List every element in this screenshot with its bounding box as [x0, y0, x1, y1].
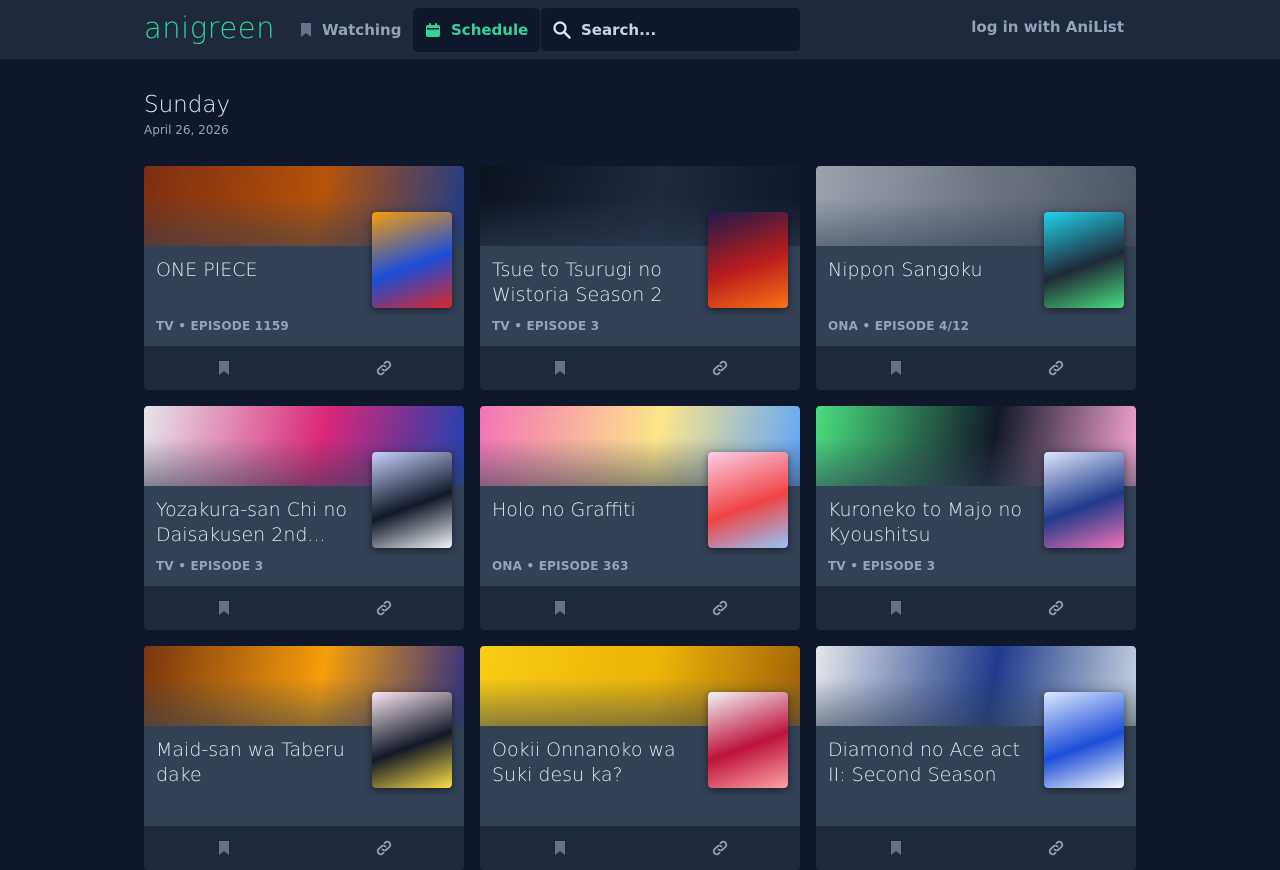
bookmark-icon: [890, 600, 902, 616]
episode-info: ONA • EPISODE 363: [492, 559, 629, 573]
episode-info: TV • EPISODE 3: [492, 319, 600, 333]
bookmark-button[interactable]: [480, 346, 640, 390]
schedule-grid: ONE PIECE TV • EPISODE 1159 Tsue to Tsur…: [144, 166, 1136, 870]
link-button[interactable]: [304, 586, 464, 630]
link-icon: [1047, 359, 1065, 377]
link-icon: [711, 359, 729, 377]
bookmark-button[interactable]: [144, 826, 304, 870]
bookmark-button[interactable]: [816, 586, 976, 630]
anime-card: Diamond no Ace act II: Second Season: [816, 646, 1136, 870]
link-icon: [375, 839, 393, 857]
anime-title[interactable]: Holo no Graffiti: [492, 498, 692, 523]
cover-image[interactable]: [708, 692, 788, 788]
anime-title[interactable]: Ookii Onnanoko wa Suki desu ka?: [492, 738, 692, 788]
bookmark-icon: [554, 840, 566, 856]
link-button[interactable]: [640, 346, 800, 390]
bookmark-icon: [218, 600, 230, 616]
bookmark-button[interactable]: [480, 586, 640, 630]
link-button[interactable]: [976, 586, 1136, 630]
link-button[interactable]: [640, 826, 800, 870]
bookmark-button[interactable]: [816, 346, 976, 390]
anime-title[interactable]: Tsue to Tsurugi no Wistoria Season 2: [492, 258, 692, 308]
day-title: Sunday: [144, 92, 231, 118]
card-actions: [816, 826, 1136, 870]
anime-title[interactable]: Diamond no Ace act II: Second Season: [828, 738, 1028, 788]
bookmark-icon: [890, 840, 902, 856]
bookmark-icon: [554, 600, 566, 616]
card-actions: [144, 826, 464, 870]
link-icon: [1047, 599, 1065, 617]
bookmark-button[interactable]: [816, 826, 976, 870]
login-anilist-link[interactable]: log in with AniList: [971, 18, 1124, 36]
day-date: April 26, 2026: [144, 123, 229, 137]
app-logo[interactable]: anigreen: [144, 10, 275, 46]
anime-card: Maid-san wa Taberu dake: [144, 646, 464, 870]
link-icon: [711, 839, 729, 857]
bookmark-icon: [218, 840, 230, 856]
anime-title[interactable]: Kuroneko to Majo no Kyoushitsu: [828, 498, 1028, 548]
top-navbar: anigreen Watching Schedule log in with A…: [0, 0, 1280, 60]
card-actions: [480, 586, 800, 630]
anime-card: Tsue to Tsurugi no Wistoria Season 2 TV …: [480, 166, 800, 390]
anime-card: Nippon Sangoku ONA • EPISODE 4/12: [816, 166, 1136, 390]
card-actions: [480, 826, 800, 870]
link-button[interactable]: [304, 826, 464, 870]
link-icon: [711, 599, 729, 617]
cover-image[interactable]: [372, 692, 452, 788]
anime-title[interactable]: ONE PIECE: [156, 258, 356, 283]
bookmark-icon: [218, 360, 230, 376]
anime-title[interactable]: Nippon Sangoku: [828, 258, 1028, 283]
card-actions: [480, 346, 800, 390]
link-button[interactable]: [976, 346, 1136, 390]
nav-schedule[interactable]: Schedule: [413, 8, 541, 52]
bookmark-icon: [890, 360, 902, 376]
link-icon: [375, 359, 393, 377]
anime-card: Holo no Graffiti ONA • EPISODE 363: [480, 406, 800, 630]
episode-info: ONA • EPISODE 4/12: [828, 319, 970, 333]
episode-info: TV • EPISODE 3: [828, 559, 936, 573]
link-button[interactable]: [640, 586, 800, 630]
cover-image[interactable]: [708, 452, 788, 548]
card-actions: [816, 346, 1136, 390]
search-icon: [553, 20, 571, 39]
card-actions: [144, 586, 464, 630]
cover-image[interactable]: [372, 452, 452, 548]
anime-card: ONE PIECE TV • EPISODE 1159: [144, 166, 464, 390]
card-actions: [816, 586, 1136, 630]
link-button[interactable]: [976, 826, 1136, 870]
nav-watching[interactable]: Watching: [288, 8, 413, 52]
link-button[interactable]: [304, 346, 464, 390]
search-input[interactable]: [581, 20, 781, 39]
anime-card: Kuroneko to Majo no Kyoushitsu TV • EPIS…: [816, 406, 1136, 630]
bookmark-button[interactable]: [144, 346, 304, 390]
anime-card: Ookii Onnanoko wa Suki desu ka?: [480, 646, 800, 870]
card-actions: [144, 346, 464, 390]
anime-title[interactable]: Yozakura-san Chi no Daisakusen 2nd...: [156, 498, 356, 548]
episode-info: TV • EPISODE 1159: [156, 319, 289, 333]
search-box[interactable]: [541, 8, 800, 51]
cover-image[interactable]: [1044, 692, 1124, 788]
anime-card: Yozakura-san Chi no Daisakusen 2nd... TV…: [144, 406, 464, 630]
nav-watching-label: Watching: [322, 21, 402, 39]
cover-image[interactable]: [372, 212, 452, 308]
calendar-icon: [425, 22, 441, 38]
episode-info: TV • EPISODE 3: [156, 559, 264, 573]
bookmark-button[interactable]: [144, 586, 304, 630]
cover-image[interactable]: [1044, 452, 1124, 548]
bookmark-button[interactable]: [480, 826, 640, 870]
link-icon: [1047, 839, 1065, 857]
cover-image[interactable]: [708, 212, 788, 308]
link-icon: [375, 599, 393, 617]
bookmark-icon: [300, 22, 312, 38]
anime-title[interactable]: Maid-san wa Taberu dake: [156, 738, 356, 788]
nav-schedule-label: Schedule: [451, 21, 529, 39]
bookmark-icon: [554, 360, 566, 376]
cover-image[interactable]: [1044, 212, 1124, 308]
